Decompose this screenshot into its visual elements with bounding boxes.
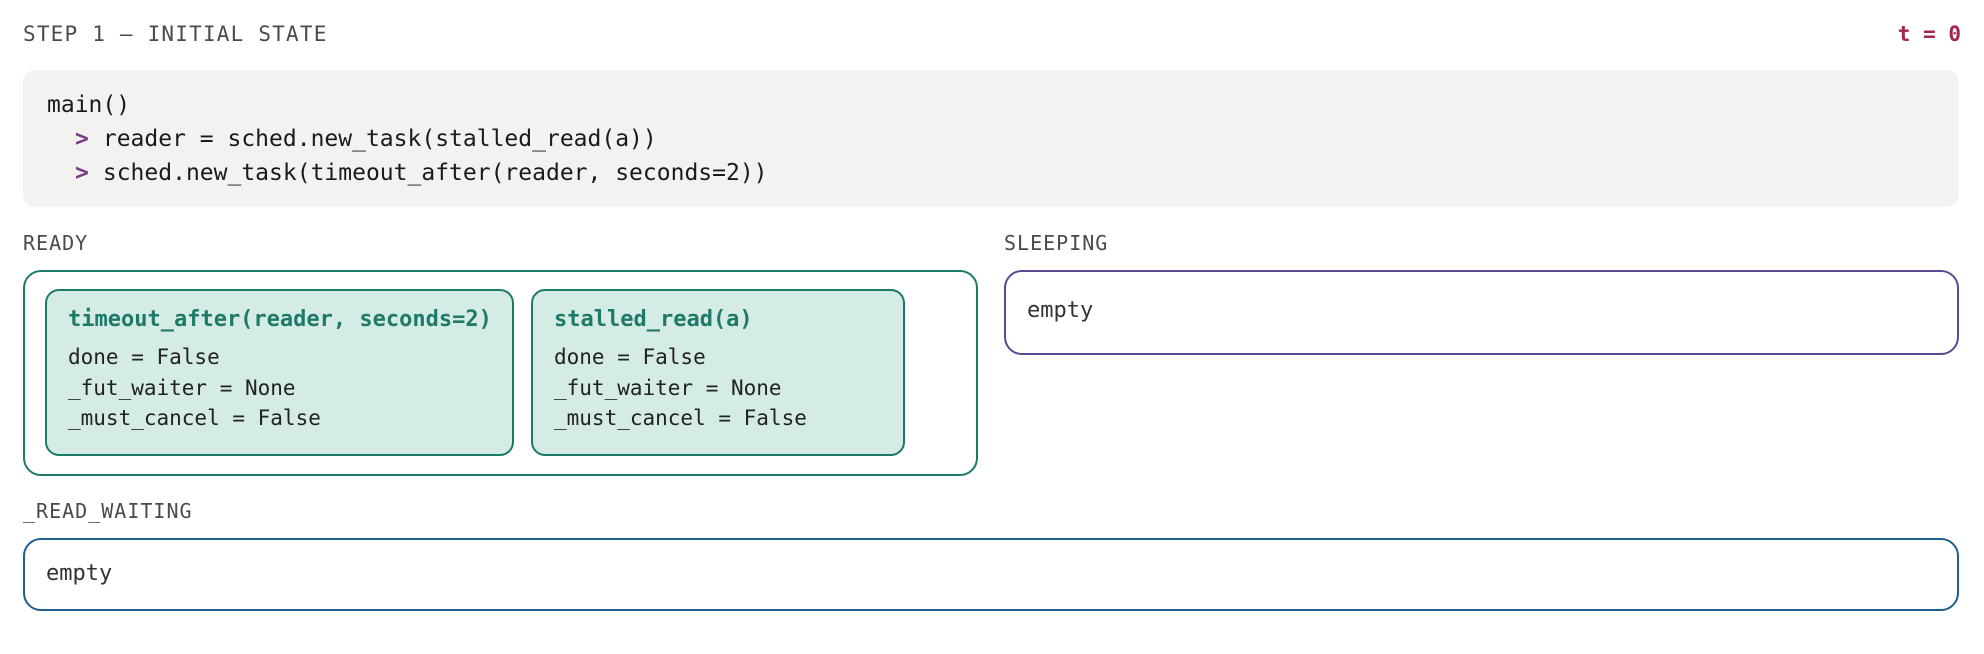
step-title: STEP 1 — INITIAL STATE <box>23 22 328 46</box>
ready-queue-label: READY <box>23 231 89 255</box>
sleeping-queue: empty <box>1004 270 1959 355</box>
code-line-text: main() <box>47 92 131 118</box>
prompt-icon: > <box>75 160 89 186</box>
prompt-icon: > <box>75 126 89 152</box>
code-line: > reader = sched.new_task(stalled_read(a)… <box>47 122 1959 156</box>
task-field-done: done = False <box>68 345 220 369</box>
task-card: timeout_after(reader, seconds=2) done = … <box>45 289 514 456</box>
code-line: > sched.new_task(timeout_after(reader, se… <box>47 156 1959 190</box>
code-line-text: sched.new_task(timeout_after(reader, sec… <box>102 160 768 186</box>
task-card: stalled_read(a) done = False _fut_waiter… <box>531 289 905 456</box>
task-field-done: done = False <box>554 345 706 369</box>
sleeping-empty-text: empty <box>1027 298 1094 323</box>
time-indicator: t = 0 <box>1897 22 1961 46</box>
task-name: stalled_read(a) <box>554 307 753 332</box>
ready-queue: timeout_after(reader, seconds=2) done = … <box>23 270 978 476</box>
step-header: STEP 1 — INITIAL STATE t = 0 <box>23 22 1961 52</box>
task-field-must-cancel: _must_cancel = False <box>554 406 807 430</box>
code-block: main() > reader = sched.new_task(stalled_… <box>23 70 1959 207</box>
read-waiting-queue-label: _READ_WAITING <box>23 499 193 523</box>
task-field-fut-waiter: _fut_waiter = None <box>68 375 296 400</box>
task-field-fut-waiter: _fut_waiter = None <box>554 375 782 400</box>
read-waiting-empty-text: empty <box>46 561 113 586</box>
code-line-text: reader = sched.new_task(stalled_read(a)) <box>102 126 657 152</box>
task-name: timeout_after(reader, seconds=2) <box>68 307 492 332</box>
sleeping-queue-label: SLEEPING <box>1004 231 1109 255</box>
read-waiting-queue: empty <box>23 538 1959 611</box>
task-field-must-cancel: _must_cancel = False <box>68 406 321 430</box>
code-line: main() <box>47 88 1959 122</box>
